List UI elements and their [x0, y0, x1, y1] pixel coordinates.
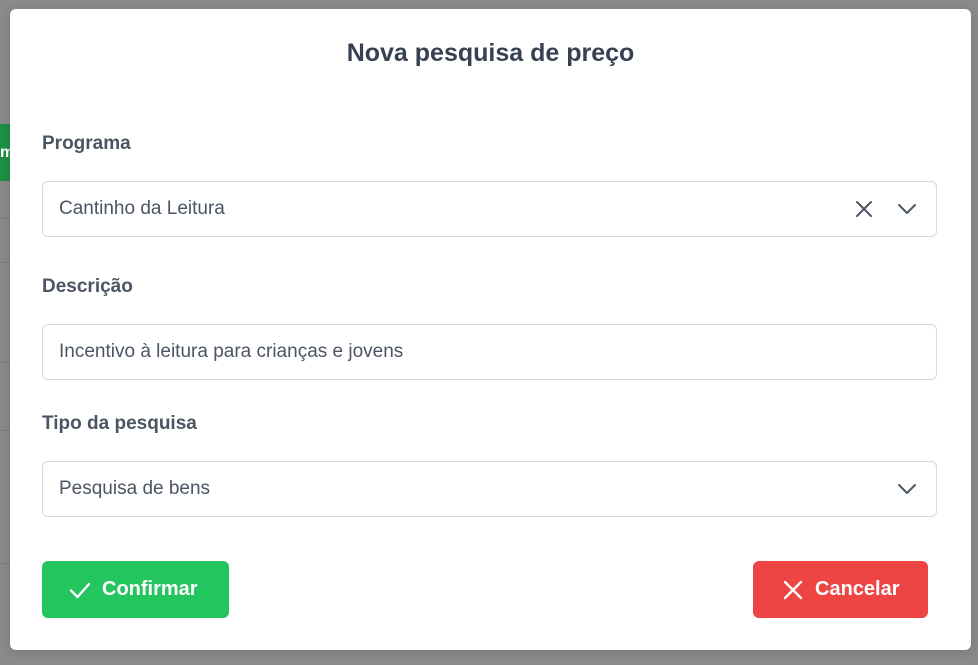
tipo-selected-value: Pesquisa de bens: [59, 478, 211, 499]
tipo-select[interactable]: Pesquisa de bens: [42, 461, 937, 517]
programa-select[interactable]: Cantinho da Leitura: [42, 181, 937, 237]
new-price-research-dialog: Nova pesquisa de preço Programa Cantinho…: [10, 9, 971, 650]
background-divider: [0, 430, 10, 431]
dialog-title: Nova pesquisa de preço: [346, 39, 635, 67]
descricao-input[interactable]: Incentivo à leitura para crianças e jove…: [42, 324, 937, 380]
background-divider: [0, 362, 10, 363]
cancel-button-label: Cancelar: [815, 578, 900, 600]
descricao-value: Incentivo à leitura para crianças e jove…: [59, 341, 404, 362]
check-icon: [68, 578, 92, 602]
background-divider: [0, 262, 10, 263]
chevron-down-icon[interactable]: [894, 196, 920, 222]
confirm-button[interactable]: Confirmar: [42, 561, 229, 618]
chevron-down-icon[interactable]: [894, 476, 920, 502]
background-divider: [0, 218, 10, 219]
tipo-label: Tipo da pesquisa: [42, 413, 197, 434]
programa-selected-value: Cantinho da Leitura: [59, 198, 225, 219]
close-icon: [781, 578, 805, 602]
close-icon[interactable]: [851, 196, 877, 222]
programa-label: Programa: [42, 133, 131, 154]
cancel-button[interactable]: Cancelar: [753, 561, 928, 618]
confirm-button-label: Confirmar: [102, 578, 198, 600]
background-divider: [0, 563, 10, 564]
descricao-label: Descrição: [42, 276, 133, 297]
